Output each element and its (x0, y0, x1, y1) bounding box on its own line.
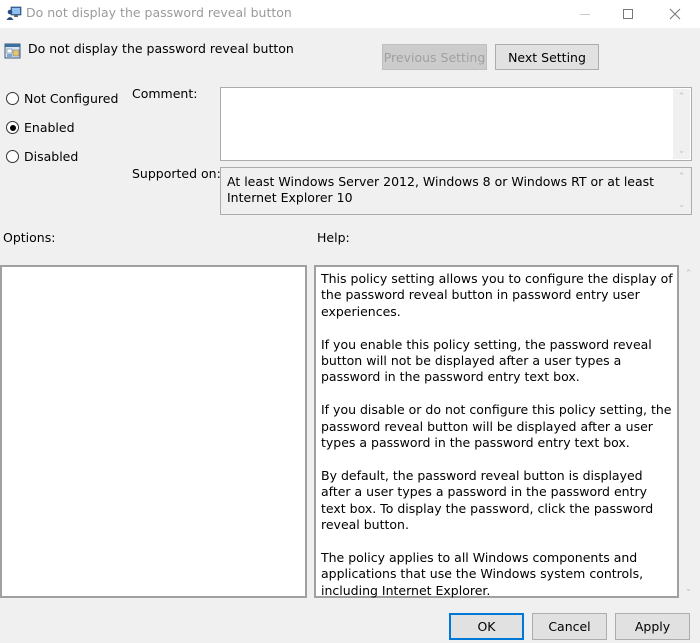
maximize-button[interactable] (605, 0, 651, 28)
group-policy-editor-icon (6, 6, 22, 20)
radio-disabled-label: Disabled (24, 149, 79, 164)
policy-setting-icon (4, 43, 21, 59)
comment-label: Comment: (132, 86, 198, 101)
title-bar: Do not display the password reveal butto… (0, 0, 700, 28)
minimize-icon (580, 14, 590, 15)
supported-on-value: At least Windows Server 2012, Windows 8 … (227, 174, 655, 205)
help-text: This policy setting allows you to config… (321, 271, 673, 615)
radio-disabled[interactable]: Disabled (6, 149, 78, 164)
help-paragraph: By default, the password reveal button i… (321, 467, 654, 533)
policy-title: Do not display the password reveal butto… (28, 41, 294, 56)
comment-textarea[interactable]: ⌃ ⌄ (220, 87, 692, 161)
close-icon (669, 8, 681, 20)
comment-scrollbar[interactable]: ⌃ ⌄ (673, 89, 690, 159)
help-paragraph: If you enable this policy setting, the p… (321, 336, 652, 385)
options-label: Options: (3, 230, 56, 245)
help-scrollbar[interactable]: ⌃ ⌄ (680, 266, 697, 597)
scroll-down-icon[interactable]: ⌄ (673, 146, 690, 156)
apply-button[interactable]: Apply (615, 613, 690, 640)
scroll-up-icon[interactable]: ⌃ (673, 92, 690, 102)
window-title: Do not display the password reveal butto… (26, 5, 292, 20)
supported-on-scrollbar[interactable]: ⌃ ⌄ (673, 169, 690, 213)
ok-button[interactable]: OK (449, 613, 524, 640)
scroll-up-icon[interactable]: ⌃ (673, 172, 690, 182)
scroll-up-icon[interactable]: ⌃ (680, 269, 697, 279)
scroll-down-icon[interactable]: ⌄ (673, 200, 690, 210)
supported-on-label: Supported on: (132, 166, 221, 181)
radio-disabled-circle[interactable] (6, 150, 19, 163)
next-setting-button[interactable]: Next Setting (495, 44, 599, 70)
help-label: Help: (317, 230, 350, 245)
cancel-button[interactable]: Cancel (532, 613, 607, 640)
radio-not-configured-circle[interactable] (6, 92, 19, 105)
help-paragraph: If you disable or do not configure this … (321, 402, 672, 451)
previous-setting-button[interactable]: Previous Setting (382, 44, 487, 70)
help-paragraph: The policy applies to all Windows compon… (321, 549, 644, 598)
radio-not-configured[interactable]: Not Configured (6, 91, 118, 106)
maximize-icon (623, 9, 633, 19)
close-button[interactable] (652, 0, 698, 28)
radio-enabled-circle[interactable] (6, 121, 19, 134)
radio-enabled[interactable]: Enabled (6, 120, 75, 135)
help-panel: This policy setting allows you to config… (314, 265, 679, 598)
radio-not-configured-label: Not Configured (24, 91, 119, 106)
minimize-button[interactable] (562, 0, 608, 28)
radio-enabled-label: Enabled (24, 120, 75, 135)
help-paragraph: This policy setting allows you to config… (321, 271, 673, 319)
options-panel (0, 265, 307, 598)
scroll-down-icon[interactable]: ⌄ (680, 584, 697, 594)
supported-on-field: At least Windows Server 2012, Windows 8 … (220, 167, 692, 215)
